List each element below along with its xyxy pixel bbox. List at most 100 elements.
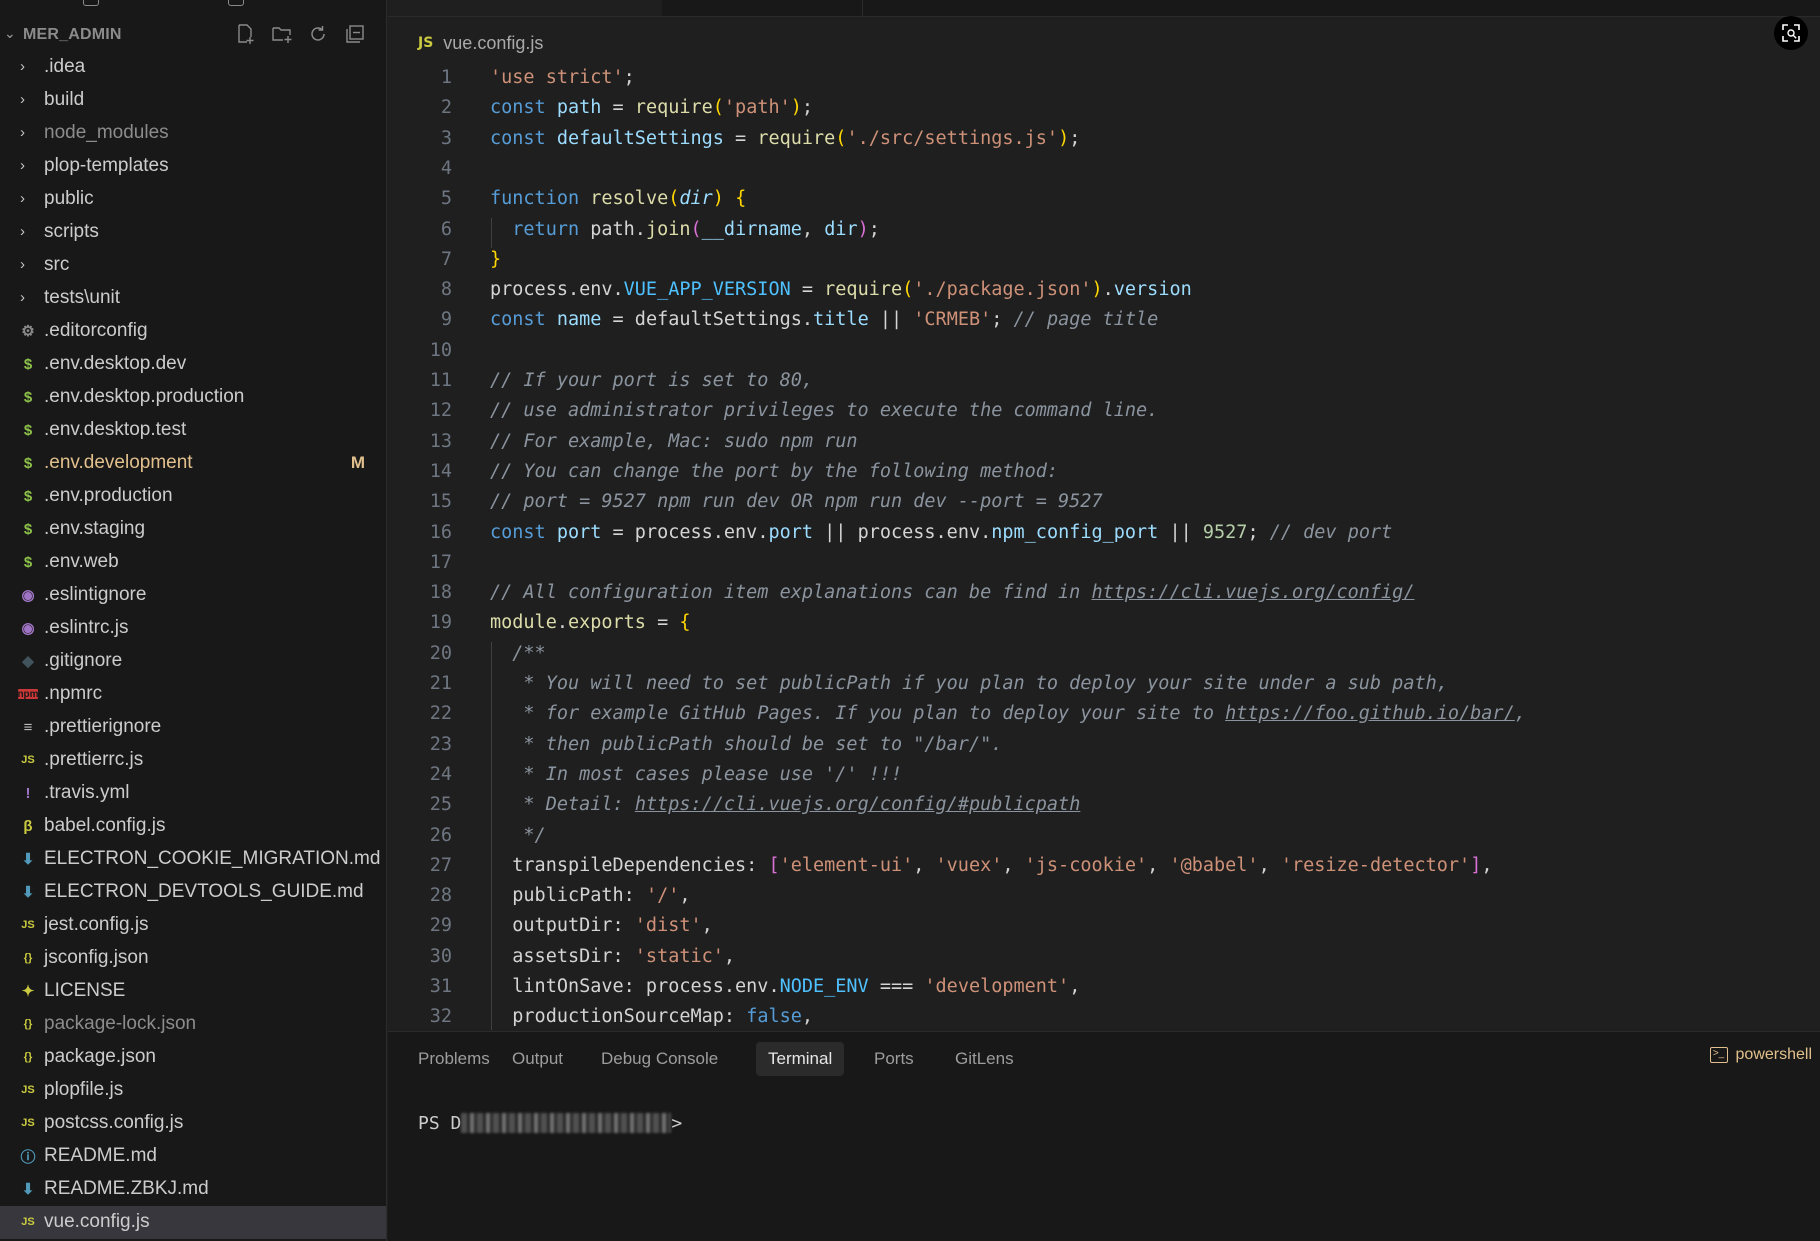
file-item[interactable]: ◆ .gitignore — [0, 645, 386, 678]
terminal-output[interactable]: PS D > — [418, 1113, 682, 1134]
code-line[interactable]: 10 — [388, 337, 1820, 365]
file-item[interactable]: ⬇ ELECTRON_COOKIE_MIGRATION.md — [0, 843, 386, 876]
code-line[interactable]: 18 // All configuration item explanations… — [388, 579, 1820, 607]
code-line[interactable]: 2 const path = require('path'); — [388, 94, 1820, 122]
panel-tab-ports[interactable]: Ports — [862, 1042, 926, 1076]
chevron-down-icon[interactable]: ⌄ — [4, 25, 16, 42]
code-line[interactable]: 5 function resolve(dir) { — [388, 185, 1820, 213]
code-line[interactable]: 11 // If your port is set to 80, — [388, 367, 1820, 395]
chevron-right-icon[interactable]: › — [20, 289, 34, 306]
file-item[interactable]: ⚙ .editorconfig — [0, 315, 386, 348]
file-item[interactable]: $ .env.staging — [0, 513, 386, 546]
code-line[interactable]: 4 — [388, 155, 1820, 183]
code-line[interactable]: 9 const name = defaultSettings.title || '… — [388, 306, 1820, 334]
code-line[interactable]: 25 * Detail: https://cli.vuejs.org/confi… — [388, 791, 1820, 819]
folder-item[interactable]: › tests\unit — [0, 282, 386, 315]
file-item[interactable]: ◉ .eslintrc.js — [0, 612, 386, 645]
fullscreen-button[interactable] — [1774, 16, 1808, 50]
chevron-right-icon[interactable]: › — [20, 124, 34, 141]
code-line[interactable]: 30 assetsDir: 'static', — [388, 943, 1820, 971]
new-folder-icon[interactable] — [270, 23, 294, 45]
code-line[interactable]: 20 /** — [388, 640, 1820, 668]
folder-item[interactable]: › build — [0, 84, 386, 117]
file-item[interactable]: {} jsconfig.json — [0, 942, 386, 975]
panel-tab-problems[interactable]: Problems — [406, 1042, 502, 1076]
code-line[interactable]: 27 transpileDependencies: ['element-ui',… — [388, 852, 1820, 880]
code-line[interactable]: 31 lintOnSave: process.env.NODE_ENV === … — [388, 973, 1820, 1001]
file-item[interactable]: JS jest.config.js — [0, 909, 386, 942]
folder-item[interactable]: › src — [0, 249, 386, 282]
editor-tab[interactable] — [388, 0, 663, 16]
file-item[interactable]: $ .env.production — [0, 480, 386, 513]
code-line[interactable]: 22 * for example GitHub Pages. If you pl… — [388, 700, 1820, 728]
file-item[interactable]: {} package-lock.json — [0, 1008, 386, 1041]
file-item[interactable]: $ .env.desktop.test — [0, 414, 386, 447]
code-line[interactable]: 3 const defaultSettings = require('./src/… — [388, 125, 1820, 153]
panel-tab-terminal[interactable]: Terminal — [756, 1042, 845, 1076]
collapse-all-icon[interactable] — [343, 23, 367, 45]
chevron-right-icon[interactable]: › — [20, 58, 34, 75]
code-line[interactable]: 29 outputDir: 'dist', — [388, 912, 1820, 940]
code-line[interactable]: 16 const port = process.env.port || proce… — [388, 519, 1820, 547]
code-line[interactable]: 23 * then publicPath should be set to "/… — [388, 731, 1820, 759]
file-item[interactable]: ≡ .prettierignore — [0, 711, 386, 744]
file-item[interactable]: ✦ LICENSE — [0, 975, 386, 1008]
panel-tab-gitlens[interactable]: GitLens — [943, 1042, 1026, 1076]
refresh-icon[interactable] — [306, 23, 330, 45]
file-item[interactable]: JS .prettierrc.js — [0, 744, 386, 777]
code-line[interactable]: 17 — [388, 549, 1820, 577]
code-line[interactable]: 28 publicPath: '/', — [388, 882, 1820, 910]
code-line[interactable]: 32 productionSourceMap: false, — [388, 1003, 1820, 1030]
toolbar-icon[interactable] — [83, 0, 99, 6]
folder-item[interactable]: › scripts — [0, 216, 386, 249]
file-item[interactable]: npm .npmrc — [0, 678, 386, 711]
chevron-right-icon[interactable]: › — [20, 223, 34, 240]
new-file-icon[interactable] — [233, 23, 257, 45]
folder-item[interactable]: › node_modules — [0, 117, 386, 150]
breadcrumb-file[interactable]: vue.config.js — [443, 33, 543, 54]
file-item[interactable]: JS vue.config.js — [0, 1206, 386, 1239]
folder-item[interactable]: › plop-templates — [0, 150, 386, 183]
panel-tab-output[interactable]: Output — [500, 1042, 575, 1076]
panel-tab-debug-console[interactable]: Debug Console — [589, 1042, 730, 1076]
code-token: ; — [1069, 127, 1081, 149]
file-item[interactable]: ! .travis.yml — [0, 777, 386, 810]
chevron-right-icon[interactable]: › — [20, 256, 34, 273]
file-item[interactable]: $ .env.development M — [0, 447, 386, 480]
editor-tab[interactable] — [662, 0, 863, 16]
chevron-right-icon[interactable]: › — [20, 91, 34, 108]
code-line[interactable]: 19 module.exports = { — [388, 609, 1820, 637]
code-line[interactable]: 6 return path.join(__dirname, dir); — [388, 216, 1820, 244]
file-item[interactable]: $ .env.web — [0, 546, 386, 579]
line-text: assetsDir: 'static', — [490, 943, 735, 971]
code-line[interactable]: 13 // For example, Mac: sudo npm run — [388, 428, 1820, 456]
code-line[interactable]: 24 * In most cases please use '/' !!! — [388, 761, 1820, 789]
code-editor[interactable]: 1'use strict'; 2 const path = require('pat… — [388, 64, 1820, 1030]
file-item[interactable]: ⬇ ELECTRON_DEVTOOLS_GUIDE.md — [0, 876, 386, 909]
explorer-header[interactable]: ⌄ MER_ADMIN — [0, 20, 386, 48]
file-item[interactable]: ⬇ README.ZBKJ.md — [0, 1173, 386, 1206]
file-item[interactable]: ⓘ README.md — [0, 1140, 386, 1173]
file-item[interactable]: JS plopfile.js — [0, 1074, 386, 1107]
code-line[interactable]: 12 // use administrator privileges to exe… — [388, 397, 1820, 425]
folder-item[interactable]: › .idea — [0, 51, 386, 84]
code-line[interactable]: 26 */ — [388, 822, 1820, 850]
toolbar-icon[interactable] — [228, 0, 244, 6]
file-item[interactable]: JS postcss.config.js — [0, 1107, 386, 1140]
chevron-right-icon[interactable]: › — [20, 190, 34, 207]
file-item[interactable]: ◉ .eslintignore — [0, 579, 386, 612]
file-item[interactable]: $ .env.desktop.production — [0, 381, 386, 414]
file-item[interactable]: β babel.config.js — [0, 810, 386, 843]
breadcrumb[interactable]: JS vue.config.js — [418, 30, 543, 56]
file-item[interactable]: {} package.json — [0, 1041, 386, 1074]
code-line[interactable]: 15 // port = 9527 npm run dev OR npm run … — [388, 488, 1820, 516]
code-line[interactable]: 21 * You will need to set publicPath if … — [388, 670, 1820, 698]
chevron-right-icon[interactable]: › — [20, 157, 34, 174]
code-line[interactable]: 14 // You can change the port by the foll… — [388, 458, 1820, 486]
terminal-instance[interactable]: >_ powershell — [1709, 1046, 1812, 1064]
folder-item[interactable]: › public — [0, 183, 386, 216]
code-line[interactable]: 8 process.env.VUE_APP_VERSION = require('… — [388, 276, 1820, 304]
file-item[interactable]: $ .env.desktop.dev — [0, 348, 386, 381]
code-line[interactable]: 1 'use strict'; — [388, 64, 1820, 92]
code-line[interactable]: 7} — [388, 246, 1820, 274]
